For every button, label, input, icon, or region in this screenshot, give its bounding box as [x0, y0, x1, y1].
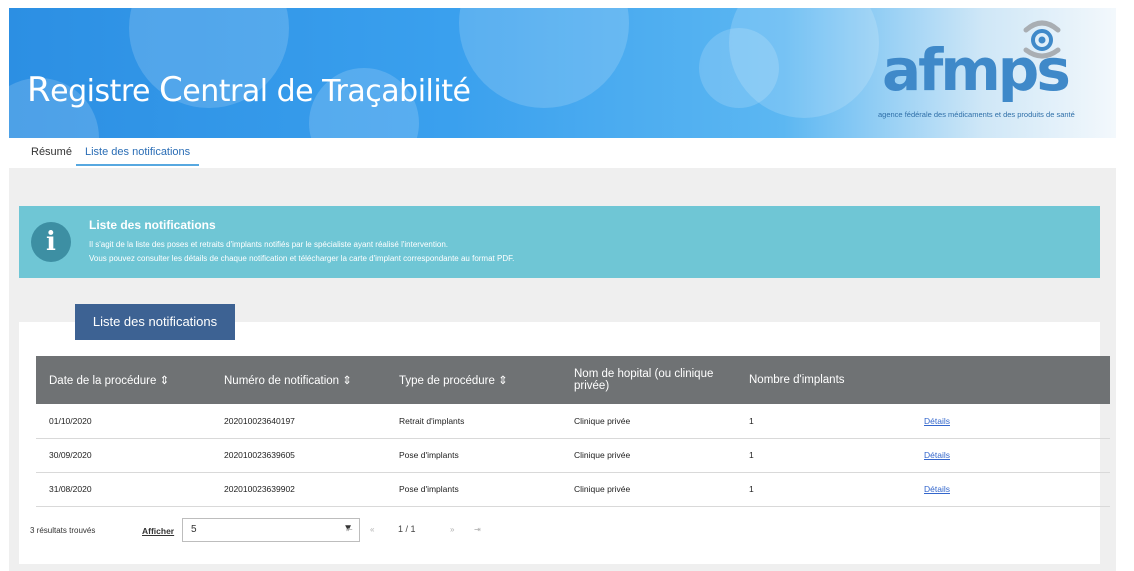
afmps-logo: afmps agence fédérale des médicaments et… [842, 14, 1102, 132]
last-page-icon[interactable]: ⇥ [474, 525, 481, 534]
table-header-row: Date de la procédure ⇕ Numéro de notific… [36, 356, 1110, 404]
app-title: Registre Central de Traçabilité [27, 70, 471, 110]
cell-type: Pose d'implants [386, 438, 561, 473]
table-row: 30/09/2020 202010023639605 Pose d'implan… [36, 438, 1110, 473]
logo-tagline: agence fédérale des médicaments et des p… [878, 110, 1075, 119]
cell-type: Retrait d'implants [386, 404, 561, 439]
details-link[interactable]: Détails [911, 472, 1110, 507]
cell-hospital: Clinique privée [561, 472, 736, 507]
decor-bubble [459, 8, 629, 108]
cell-hospital: Clinique privée [561, 404, 736, 439]
info-line-1: Il s'agit de la liste des poses et retra… [89, 240, 448, 249]
info-icon: i [31, 222, 71, 262]
info-box: i Liste des notifications Il s'agit de l… [19, 206, 1100, 278]
results-count: 3 résultats trouvés [30, 526, 96, 535]
prev-page-icon[interactable]: « [370, 525, 374, 534]
header-hospital: Nom de hopital (ou clinique privée) [561, 356, 736, 404]
info-title: Liste des notifications [89, 218, 216, 232]
header-date[interactable]: Date de la procédure ⇕ [36, 356, 211, 404]
tab-resume[interactable]: Résumé [31, 146, 72, 158]
cell-number: 202010023639605 [211, 438, 386, 473]
table-row: 01/10/2020 202010023640197 Retrait d'imp… [36, 404, 1110, 439]
header-type[interactable]: Type de procédure ⇕ [386, 356, 561, 404]
page-indicator: 1 / 1 [398, 524, 416, 534]
cell-number: 202010023640197 [211, 404, 386, 439]
info-line-2: Vous pouvez consulter les détails de cha… [89, 254, 515, 263]
next-page-icon[interactable]: » [450, 525, 454, 534]
header-number[interactable]: Numéro de notification ⇕ [211, 356, 386, 404]
cell-number: 202010023639902 [211, 472, 386, 507]
tab-bar: Résumé Liste des notifications [9, 138, 1116, 168]
eye-icon [1023, 20, 1061, 59]
page-size-select[interactable]: 5 ▼ [182, 518, 360, 542]
cell-implants: 1 [736, 472, 911, 507]
cell-date: 01/10/2020 [36, 404, 211, 439]
header-actions [911, 356, 1110, 404]
notifications-list-button[interactable]: Liste des notifications [75, 304, 235, 340]
page-size-value: 5 [191, 524, 197, 535]
notifications-table: Date de la procédure ⇕ Numéro de notific… [36, 356, 1110, 507]
details-link[interactable]: Détails [911, 404, 1110, 439]
cell-date: 30/09/2020 [36, 438, 211, 473]
first-page-icon[interactable]: ⇤ [346, 525, 353, 534]
cell-implants: 1 [736, 404, 911, 439]
cell-type: Pose d'implants [386, 472, 561, 507]
table-row: 31/08/2020 202010023639902 Pose d'implan… [36, 472, 1110, 507]
header-implants: Nombre d'implants [736, 356, 911, 404]
cell-implants: 1 [736, 438, 911, 473]
show-label[interactable]: Afficher [142, 526, 174, 536]
tab-notifications[interactable]: Liste des notifications [85, 146, 190, 158]
active-tab-indicator [76, 164, 199, 166]
pagination: 3 résultats trouvés Afficher 5 ▼ ⇤ « 1 /… [30, 518, 630, 544]
header-banner: Registre Central de Traçabilité afmps ag… [9, 8, 1116, 138]
cell-date: 31/08/2020 [36, 472, 211, 507]
cell-hospital: Clinique privée [561, 438, 736, 473]
details-link[interactable]: Détails [911, 438, 1110, 473]
